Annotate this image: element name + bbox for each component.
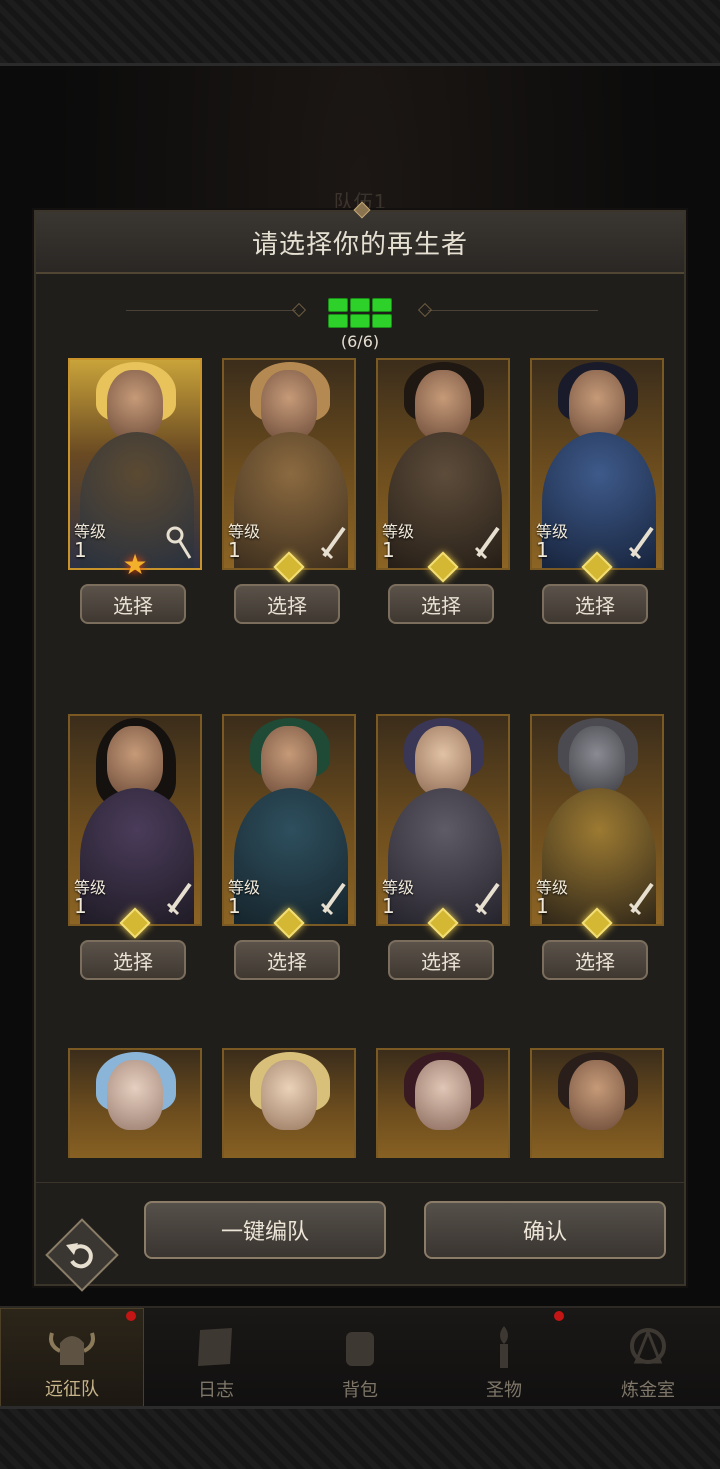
hero-portrait[interactable] xyxy=(376,1048,510,1158)
slot-filled xyxy=(372,314,392,328)
hero-portrait[interactable] xyxy=(68,1048,202,1158)
level-value: 1 xyxy=(74,894,87,918)
hero-face xyxy=(261,1060,317,1130)
hero-face xyxy=(107,726,163,796)
diamond-ornament xyxy=(417,302,433,318)
hero-portrait[interactable]: 等级 1 xyxy=(222,714,356,926)
nav-expedition[interactable]: 远征队 xyxy=(0,1308,144,1408)
hero-face xyxy=(569,1060,625,1130)
hero-face xyxy=(415,370,471,440)
hero-face xyxy=(107,370,163,440)
level-value: 1 xyxy=(536,894,549,918)
slot-filled xyxy=(350,314,370,328)
nav-label: 日志 xyxy=(198,1380,234,1401)
confirm-button[interactable]: 确认 xyxy=(424,1201,666,1259)
hero-face xyxy=(261,370,317,440)
nav-label: 背包 xyxy=(342,1380,378,1401)
slot-filled xyxy=(350,298,370,312)
top-frame xyxy=(0,0,720,66)
staff-icon xyxy=(166,526,192,559)
hero-face xyxy=(569,370,625,440)
level-value: 1 xyxy=(228,894,241,918)
helmet-icon xyxy=(49,1332,95,1365)
notification-dot xyxy=(126,1311,136,1321)
sword-icon xyxy=(628,882,654,916)
hero-face xyxy=(261,726,317,796)
modal-header: 请选择你的再生者 xyxy=(36,201,684,274)
hero-grid[interactable]: 等级 1 ★ 选择 等级 1 选择 等级 1 选择 等级 1 选择 等级 1 选… xyxy=(36,358,684,1158)
notification-dot xyxy=(554,1311,564,1321)
nav-log[interactable]: 日志 xyxy=(144,1308,288,1408)
alchemy-icon xyxy=(630,1327,666,1364)
sword-icon xyxy=(474,526,500,560)
hero-select-modal: 请选择你的再生者 (6/6) 等级 1 ★ 选择 等级 1 选择 等级 1 选择… xyxy=(34,201,686,1292)
nav-label: 圣物 xyxy=(486,1380,522,1401)
team-slot-counter: (6/6) xyxy=(36,292,684,356)
diamond-ornament xyxy=(291,302,307,318)
hero-portrait[interactable]: 等级 1 xyxy=(222,358,356,570)
torch-icon xyxy=(500,1326,508,1368)
level-value: 1 xyxy=(74,538,87,562)
nav-relics[interactable]: 圣物 xyxy=(432,1308,576,1408)
level-value: 1 xyxy=(228,538,241,562)
slot-filled xyxy=(372,298,392,312)
slot-filled xyxy=(328,298,348,312)
hero-face xyxy=(569,726,625,796)
bottom-frame xyxy=(0,1406,720,1469)
scroll-icon xyxy=(198,1328,232,1366)
sword-icon xyxy=(320,526,346,560)
modal-footer: 一键编队 确认 xyxy=(36,1182,684,1292)
hero-portrait[interactable]: 等级 1 xyxy=(376,358,510,570)
sword-icon xyxy=(628,526,654,560)
sword-icon xyxy=(320,882,346,916)
hero-portrait[interactable] xyxy=(530,1048,664,1158)
hero-face xyxy=(107,1060,163,1130)
select-button[interactable]: 选择 xyxy=(80,584,186,624)
level-value: 1 xyxy=(536,538,549,562)
divider xyxy=(126,310,296,311)
sword-icon xyxy=(474,882,500,916)
select-button[interactable]: 选择 xyxy=(388,584,494,624)
hero-portrait[interactable]: 等级 1 xyxy=(68,714,202,926)
hero-portrait[interactable]: 等级 1 xyxy=(376,714,510,926)
modal-title: 请选择你的再生者 xyxy=(251,229,468,260)
select-button[interactable]: 选择 xyxy=(80,940,186,980)
select-button[interactable]: 选择 xyxy=(542,584,648,624)
hero-face xyxy=(415,1060,471,1130)
bottom-nav: 远征队 日志 背包 圣物 炼金室 xyxy=(0,1306,720,1408)
team-count: (6/6) xyxy=(340,332,380,351)
select-button[interactable]: 选择 xyxy=(234,940,340,980)
nav-label: 远征队 xyxy=(45,1379,99,1400)
divider xyxy=(428,310,598,311)
level-value: 1 xyxy=(382,538,395,562)
sword-icon xyxy=(166,882,192,916)
hero-portrait[interactable] xyxy=(222,1048,356,1158)
rank-star-icon: ★ xyxy=(122,548,148,581)
nav-alchemy[interactable]: 炼金室 xyxy=(576,1308,720,1408)
bag-icon xyxy=(346,1332,374,1366)
undo-arrow-icon[interactable] xyxy=(62,1235,102,1275)
slot-filled xyxy=(328,314,348,328)
auto-team-button[interactable]: 一键编队 xyxy=(144,1201,386,1259)
select-button[interactable]: 选择 xyxy=(542,940,648,980)
hero-portrait[interactable]: 等级 1 xyxy=(68,358,202,570)
select-button[interactable]: 选择 xyxy=(234,584,340,624)
hero-portrait[interactable]: 等级 1 xyxy=(530,358,664,570)
nav-label: 炼金室 xyxy=(621,1380,675,1401)
team-slots-icon xyxy=(326,296,396,330)
level-value: 1 xyxy=(382,894,395,918)
select-button[interactable]: 选择 xyxy=(388,940,494,980)
hero-face xyxy=(415,726,471,796)
hero-portrait[interactable]: 等级 1 xyxy=(530,714,664,926)
nav-bag[interactable]: 背包 xyxy=(288,1308,432,1408)
